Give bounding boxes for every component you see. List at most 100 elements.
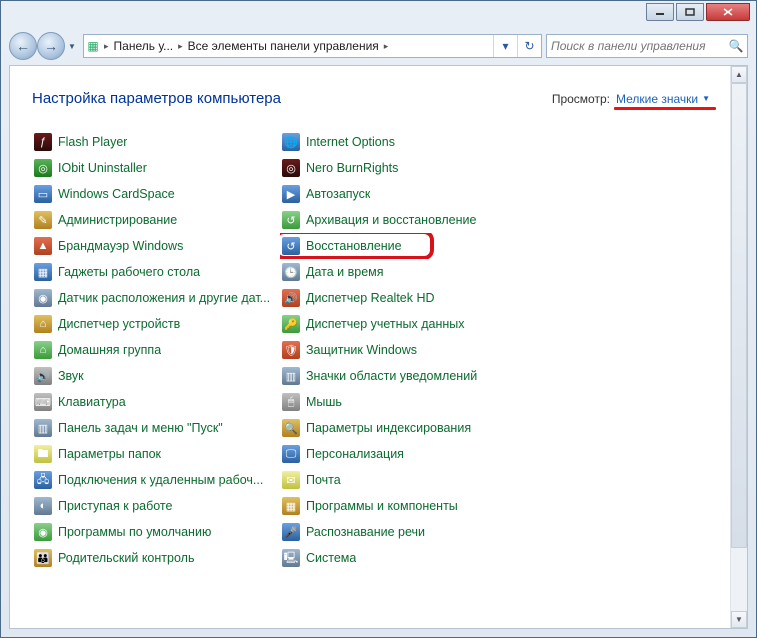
control-panel-item[interactable]: 🕒Дата и время [280,259,520,285]
item-label: Параметры папок [58,447,161,461]
item-label: Параметры индексирования [306,421,471,435]
content-header: Настройка параметров компьютера Просмотр… [32,90,718,107]
item-icon: 🕒 [282,263,300,281]
control-panel-item[interactable]: ▲Брандмауэр Windows [32,233,272,259]
control-panel-item[interactable]: 🛡Защитник Windows [280,337,520,363]
item-label: Клавиатура [58,395,126,409]
control-panel-item[interactable]: ↺Восстановление [280,233,520,259]
control-panel-item[interactable]: ▶Автозапуск [280,181,520,207]
control-panel-item[interactable]: ▦ Программы и компоненты [280,493,520,519]
item-label: Flash Player [58,135,127,149]
control-panel-item[interactable]: 🖵Персонализация [280,441,520,467]
control-panel-item[interactable]: ◐ Приступая к работе [32,493,272,519]
control-panel-item[interactable]: 🔊 Диспетчер Realtek HD [280,285,520,311]
control-panel-item[interactable]: 🖧Подключения к удаленным рабоч... [32,467,272,493]
item-icon: 🌐 [282,133,300,151]
view-chooser: Просмотр: Мелкие значки ▼ [552,92,710,106]
item-icon: ▦ [282,497,300,515]
control-panel-item[interactable]: 🔍 Параметры индексирования [280,415,520,441]
breadcrumb-segment[interactable]: Панель у... [111,39,177,53]
control-panel-item[interactable]: ↺Архивация и восстановление [280,207,520,233]
control-panel-item[interactable]: ⌂Домашняя группа [32,337,272,363]
view-mode-value: Мелкие значки [616,92,698,106]
search-input[interactable] [547,39,725,53]
item-icon: ✉ [282,471,300,489]
item-icon: ▦ [34,263,52,281]
address-bar[interactable]: ▦ ▸ Панель у... ▸ Все элементы панели уп… [83,34,542,58]
item-icon: 🔍 [282,419,300,437]
control-panel-item[interactable]: 🖿Параметры папок [32,441,272,467]
control-panel-item[interactable]: 🎤Распознавание речи [280,519,520,545]
control-panel-item[interactable]: ƒ Flash Player [32,129,272,155]
control-panel-item[interactable]: ◉Датчик расположения и другие дат... [32,285,272,311]
item-icon: ◐ [34,497,52,515]
chevron-down-icon: ▼ [68,42,76,51]
item-label: Брандмауэр Windows [58,239,183,253]
close-button[interactable] [706,3,750,21]
item-label: Internet Options [306,135,395,149]
item-label: Приступая к работе [58,499,172,513]
forward-button[interactable]: → [37,32,65,60]
control-panel-item[interactable]: ⌨Клавиатура [32,389,272,415]
scroll-thumb[interactable] [731,83,747,548]
view-label: Просмотр: [552,92,610,106]
control-panel-item[interactable]: ⌂Диспетчер устройств [32,311,272,337]
history-dropdown-button[interactable]: ▾ [493,35,517,57]
item-label: Распознавание речи [306,525,425,539]
control-panel-item[interactable]: ◎Nero BurnRights [280,155,520,181]
content-area: Настройка параметров компьютера Просмотр… [10,66,730,628]
item-label: Мышь [306,395,342,409]
search-box[interactable]: 🔍 [546,34,748,58]
control-panel-item[interactable]: ▥Значки области уведомлений [280,363,520,389]
breadcrumb-sep-icon: ▸ [382,41,391,52]
control-panel-item[interactable]: ▦Гаджеты рабочего стола [32,259,272,285]
item-label: Программы по умолчанию [58,525,211,539]
items-grid: ƒ Flash Player ◎IObit Uninstaller▭Windows … [32,129,718,571]
refresh-icon: ↻ [524,39,534,53]
close-icon [722,7,734,17]
search-icon: 🔍 [725,39,747,53]
control-panel-window: ← → ▼ ▦ ▸ Панель у... ▸ Все элементы пан… [0,0,757,638]
back-button[interactable]: ← [9,32,37,60]
item-label: Родительский контроль [58,551,194,565]
control-panel-item[interactable]: 🖱Мышь [280,389,520,415]
item-label: Программы и компоненты [306,499,458,513]
refresh-button[interactable]: ↻ [517,35,541,57]
control-panel-item[interactable]: 👪 Родительский контроль [32,545,272,571]
control-panel-item[interactable]: ▥Панель задач и меню "Пуск" [32,415,272,441]
control-panel-item[interactable]: 🖳Система [280,545,520,571]
vertical-scrollbar[interactable]: ▲ ▼ [730,66,747,628]
chevron-down-icon: ▾ [502,39,508,53]
item-icon: ▭ [34,185,52,203]
item-icon: ▥ [282,367,300,385]
control-panel-item[interactable]: 🔊Звук [32,363,272,389]
view-mode-dropdown[interactable]: Мелкие значки ▼ [616,92,710,106]
control-panel-item[interactable]: ▭Windows CardSpace [32,181,272,207]
scroll-track[interactable] [731,83,747,611]
control-panel-item[interactable]: ◎IObit Uninstaller [32,155,272,181]
titlebar [1,1,756,29]
control-panel-item[interactable]: ✎Администрирование [32,207,272,233]
scroll-down-button[interactable]: ▼ [731,611,747,628]
nav-history-dropdown[interactable]: ▼ [65,36,79,56]
control-panel-item[interactable]: 🔑Диспетчер учетных данных [280,311,520,337]
item-icon: 🖳 [282,549,300,567]
item-label: Звук [58,369,84,383]
item-label: Диспетчер Realtek HD [306,291,435,305]
scroll-up-button[interactable]: ▲ [731,66,747,83]
control-panel-item[interactable]: 🌐 Internet Options [280,129,520,155]
item-icon: ƒ [34,133,52,151]
item-icon: 👪 [34,549,52,567]
item-icon: 🛡 [282,341,300,359]
breadcrumb-segment[interactable]: Все элементы панели управления [185,39,382,53]
item-label: Архивация и восстановление [306,213,476,227]
control-panel-item[interactable]: ✉ Почта [280,467,520,493]
minimize-button[interactable] [646,3,674,21]
control-panel-item[interactable]: ◉Программы по умолчанию [32,519,272,545]
item-icon: ▥ [34,419,52,437]
maximize-button[interactable] [676,3,704,21]
item-icon: 🔊 [282,289,300,307]
item-icon: ⌂ [34,315,52,333]
item-label: Почта [306,473,341,487]
arrow-left-icon: ← [16,38,30,54]
